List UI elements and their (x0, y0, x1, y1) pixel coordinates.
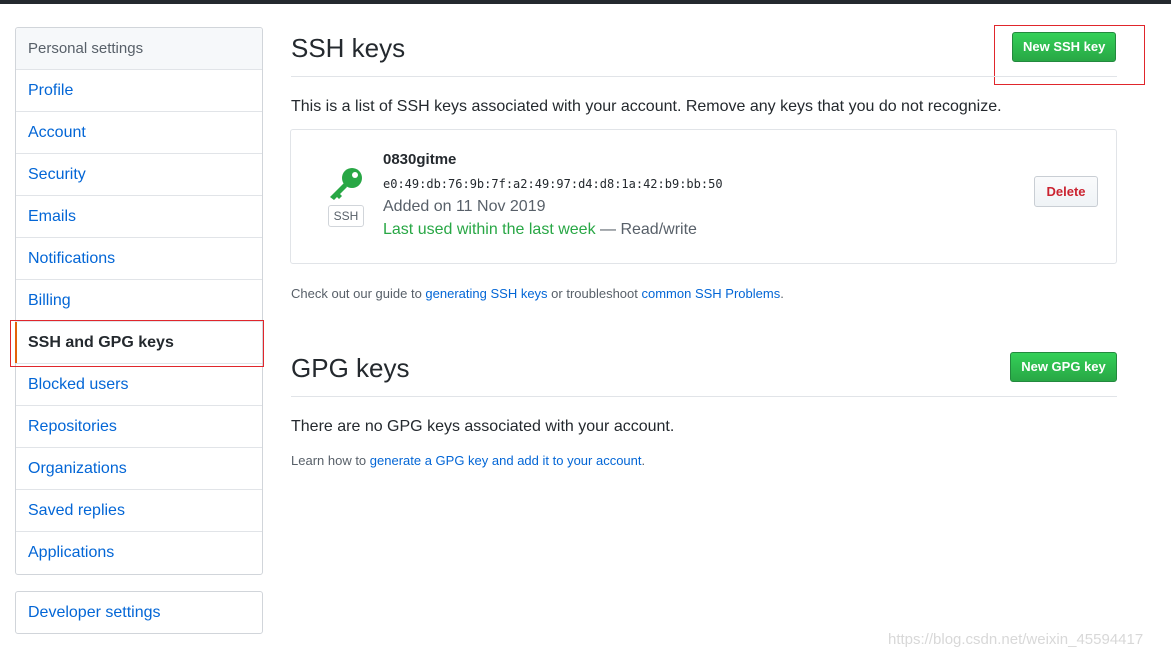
gpg-learn-text: Learn how to generate a GPG key and add … (291, 453, 645, 468)
ssh-guide-prefix: Check out our guide to (291, 286, 426, 301)
generating-ssh-keys-link[interactable]: generating SSH keys (425, 286, 547, 301)
new-gpg-key-button[interactable]: New GPG key (1010, 352, 1117, 382)
ssh-title-divider (291, 76, 1117, 77)
sidebar-item-blocked-users[interactable]: Blocked users (16, 364, 262, 406)
new-ssh-key-button[interactable]: New SSH key (1012, 32, 1116, 62)
gpg-learn-suffix: . (641, 453, 646, 468)
gpg-empty-text: There are no GPG keys associated with yo… (291, 418, 675, 435)
ssh-key-usage: Last used within the last week — Read/wr… (383, 221, 697, 239)
ssh-description: This is a list of SSH keys associated wi… (291, 98, 1002, 115)
ssh-guide-text: Check out our guide to generating SSH ke… (291, 286, 784, 301)
ssh-keys-title: SSH keys (291, 33, 406, 63)
developer-settings-menu: Developer settings (15, 591, 263, 634)
sidebar-item-profile[interactable]: Profile (16, 70, 262, 112)
common-ssh-problems-link[interactable]: common SSH Problems (642, 286, 781, 301)
ssh-guide-middle: or troubleshoot (547, 286, 642, 301)
key-icon (330, 168, 362, 200)
sidebar-item-repositories[interactable]: Repositories (16, 406, 262, 448)
top-header-bar (0, 0, 1171, 4)
delete-ssh-key-button[interactable]: Delete (1034, 176, 1098, 207)
watermark-text: https://blog.csdn.net/weixin_45594417 (888, 631, 1144, 648)
gpg-keys-title: GPG keys (291, 353, 410, 383)
generate-gpg-key-link[interactable]: generate a GPG key and add it to your ac… (370, 453, 642, 468)
ssh-key-last-used: Last used within the last week (383, 221, 596, 238)
sidebar-item-billing[interactable]: Billing (16, 280, 262, 322)
sidebar-item-developer-settings[interactable]: Developer settings (16, 592, 262, 633)
ssh-guide-suffix: . (780, 286, 784, 301)
ssh-key-fingerprint: e0:49:db:76:9b:7f:a2:49:97:d4:d8:1a:42:b… (383, 177, 723, 191)
ssh-key-item: SSH 0830gitme e0:49:db:76:9b:7f:a2:49:97… (290, 129, 1117, 264)
gpg-learn-prefix: Learn how to (291, 453, 370, 468)
ssh-key-access: — Read/write (595, 221, 697, 238)
sidebar-item-account[interactable]: Account (16, 112, 262, 154)
sidebar-item-security[interactable]: Security (16, 154, 262, 196)
sidebar-item-saved-replies[interactable]: Saved replies (16, 490, 262, 532)
settings-sidebar: Personal settings Profile Account Securi… (15, 27, 263, 575)
sidebar-item-notifications[interactable]: Notifications (16, 238, 262, 280)
ssh-key-added-date: Added on 11 Nov 2019 (383, 198, 546, 215)
sidebar-item-applications[interactable]: Applications (16, 532, 262, 574)
ssh-type-label: SSH (328, 205, 364, 227)
sidebar-item-organizations[interactable]: Organizations (16, 448, 262, 490)
gpg-title-divider (291, 396, 1117, 397)
ssh-key-title: 0830gitme (383, 151, 457, 168)
sidebar-heading: Personal settings (16, 28, 262, 70)
sidebar-item-emails[interactable]: Emails (16, 196, 262, 238)
sidebar-item-ssh-gpg-keys[interactable]: SSH and GPG keys (15, 322, 262, 364)
